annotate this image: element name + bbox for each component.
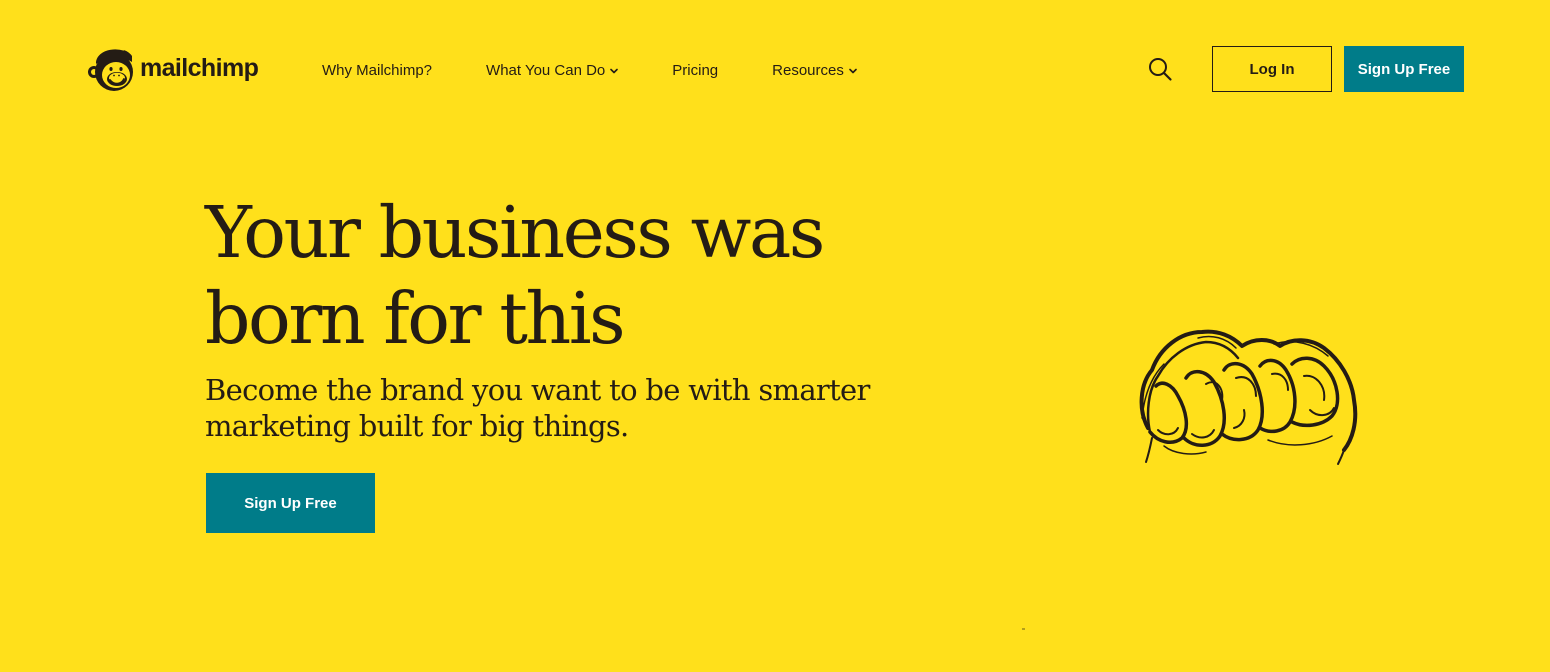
nav-item-what-you-can-do[interactable]: What You Can Do	[486, 61, 619, 79]
nav-item-label: Pricing	[672, 61, 719, 79]
chevron-down-icon	[849, 68, 857, 73]
hero-title-line: Your business was	[205, 191, 825, 274]
hero-title-line: born for this	[205, 277, 626, 360]
hero-signup-button[interactable]: Sign Up Free	[206, 473, 375, 533]
page: mailchimp Why Mailchimp? What You Can Do…	[0, 0, 1550, 672]
signup-button[interactable]: Sign Up Free	[1344, 46, 1464, 92]
nav-item-pricing[interactable]: Pricing	[672, 62, 718, 79]
hero-title: Your business was born for this	[205, 190, 965, 362]
login-button[interactable]: Log In	[1212, 46, 1332, 92]
logo-link[interactable]: mailchimp	[86, 42, 259, 94]
hand-fist-illustration	[1139, 329, 1358, 465]
site-header: mailchimp Why Mailchimp? What You Can Do…	[0, 0, 1550, 140]
hero-subtitle-line: marketing built for big things.	[205, 409, 629, 443]
nav-item-resources[interactable]: Resources	[772, 62, 857, 79]
hero-subtitle: Become the brand you want to be with sma…	[205, 372, 925, 444]
main-nav: Why Mailchimp? What You Can Do Pricing R…	[322, 58, 857, 82]
search-icon[interactable]	[1147, 56, 1173, 82]
freddie-monkey-icon	[88, 47, 133, 91]
nav-item-label: Why Mailchimp?	[322, 61, 433, 79]
nav-item-label: What You Can Do	[486, 61, 606, 79]
chevron-down-icon	[610, 68, 619, 73]
nav-item-why-mailchimp[interactable]: Why Mailchimp?	[322, 62, 432, 79]
logo-wordmark: mailchimp	[140, 54, 259, 82]
nav-item-label: Resources	[772, 61, 844, 79]
hero-subtitle-line: Become the brand you want to be with sma…	[205, 373, 870, 407]
decorative-dot	[1022, 628, 1025, 630]
